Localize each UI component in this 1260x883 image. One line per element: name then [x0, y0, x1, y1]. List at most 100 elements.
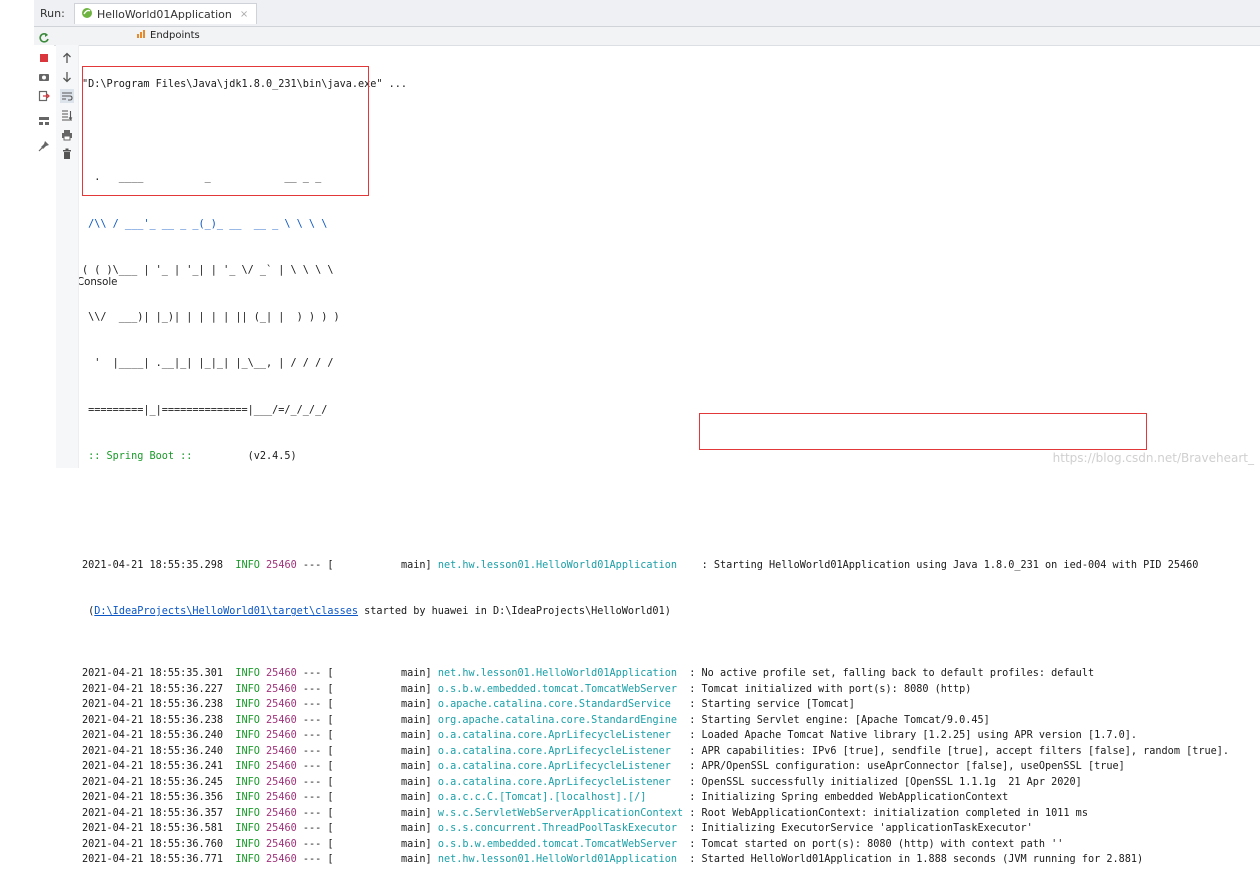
banner-line: ' |____| .__|_| |_|_| |_\__, | / / / / — [82, 358, 334, 369]
log-sep: --- [ — [302, 792, 334, 803]
log-level: INFO — [235, 807, 260, 819]
log-pid: 25460 — [266, 668, 297, 679]
log-thread: main] — [401, 776, 432, 788]
log-line: 2021-04-21 18:55:36.245 INFO 25460 --- [… — [82, 775, 1258, 791]
run-tab-title: HelloWorld01Application — [97, 7, 232, 21]
log-timestamp: 2021-04-21 18:55:36.245 — [82, 776, 224, 788]
banner-highlight-box — [82, 66, 369, 196]
log-logger: o.apache.catalina.core.StandardService — [437, 699, 671, 710]
log-logger: net.hw.lesson01.HelloWorld01Application — [437, 854, 678, 865]
log-message: : Root WebApplicationContext: initializa… — [689, 807, 1088, 819]
log-pid: 25460 — [266, 776, 297, 788]
log-level: INFO — [235, 714, 260, 726]
log-message: : Starting Servlet engine: [Apache Tomca… — [689, 714, 990, 726]
log-level: INFO — [235, 838, 260, 850]
log-message: : APR/OpenSSL configuration: useAprConne… — [689, 761, 1125, 772]
log-sep: --- [ — [302, 761, 334, 772]
log-level: INFO — [235, 683, 260, 695]
banner-line: /\\ / ___'_ __ _ _(_)_ __ __ _ \ \ \ \ — [82, 218, 328, 230]
log-timestamp: 2021-04-21 18:55:36.241 — [82, 761, 224, 772]
log-pid: 25460 — [266, 714, 297, 726]
log-timestamp: 2021-04-21 18:55:36.227 — [82, 683, 224, 695]
log-message: : APR capabilities: IPv6 [true], sendfil… — [689, 745, 1230, 757]
log-level: INFO — [235, 559, 260, 571]
log-logger: net.hw.lesson01.HelloWorld01Application — [437, 668, 678, 679]
log-line: 2021-04-21 18:55:35.298 INFO 25460 --- [… — [82, 558, 1258, 574]
log-message: : Started HelloWorld01Application in 1.8… — [689, 854, 1144, 865]
log-thread: main] — [401, 761, 432, 772]
log-sep: --- [ — [302, 776, 334, 788]
run-bar: Run: HelloWorld01Application × — [34, 0, 1260, 27]
endpoints-icon — [136, 29, 146, 42]
log-level: INFO — [235, 792, 260, 803]
log-line: 2021-04-21 18:55:36.771 INFO 25460 --- [… — [82, 852, 1258, 868]
log-logger: org.apache.catalina.core.StandardEngine — [437, 714, 678, 726]
log-pid: 25460 — [266, 683, 297, 695]
log-line: 2021-04-21 18:55:35.301 INFO 25460 --- [… — [82, 666, 1258, 682]
run-config-tab[interactable]: HelloWorld01Application × — [74, 3, 258, 24]
watermark: https://blog.csdn.net/Braveheart_ — [1052, 451, 1254, 465]
log-timestamp: 2021-04-21 18:55:36.581 — [82, 823, 224, 834]
log-message: : Tomcat started on port(s): 8080 (http)… — [689, 838, 1064, 850]
log-line: 2021-04-21 18:55:36.241 INFO 25460 --- [… — [82, 759, 1258, 775]
log-timestamp: 2021-04-21 18:55:35.298 — [82, 559, 224, 571]
log-timestamp: 2021-04-21 18:55:36.238 — [82, 714, 224, 726]
camera-icon[interactable] — [37, 70, 51, 84]
exit-icon[interactable] — [37, 89, 51, 103]
log-thread: main] — [401, 730, 432, 741]
log-level: INFO — [235, 668, 260, 679]
log-sep: --- [ — [302, 699, 334, 710]
log-level: INFO — [235, 699, 260, 710]
close-icon[interactable]: × — [240, 9, 248, 20]
log-line: 2021-04-21 18:55:36.581 INFO 25460 --- [… — [82, 821, 1258, 837]
down-arrow-icon[interactable] — [60, 70, 74, 84]
log-level: INFO — [235, 823, 260, 834]
log-timestamp: 2021-04-21 18:55:35.301 — [82, 668, 224, 679]
soft-wrap-icon[interactable] — [60, 89, 74, 103]
log-sep: --- [ — [302, 823, 334, 834]
log-thread: main] — [401, 559, 432, 571]
log-thread: main] — [401, 668, 432, 679]
log-timestamp: 2021-04-21 18:55:36.771 — [82, 854, 224, 865]
scroll-to-end-icon[interactable] — [60, 108, 74, 122]
log-sep: --- [ — [302, 683, 334, 695]
log-level: INFO — [235, 761, 260, 772]
log-sep: --- [ — [302, 807, 334, 819]
log-message: : Initializing Spring embedded WebApplic… — [689, 792, 1009, 803]
log-timestamp: 2021-04-21 18:55:36.240 — [82, 730, 224, 741]
pin-icon[interactable] — [37, 139, 51, 153]
log-thread: main] — [401, 745, 432, 757]
log-logger: o.a.catalina.core.AprLifecycleListener — [437, 761, 671, 772]
log-list: 2021-04-21 18:55:35.301 INFO 25460 --- [… — [82, 666, 1258, 868]
log-logger: o.s.b.w.embedded.tomcat.TomcatWebServer — [437, 683, 678, 695]
log-pid: 25460 — [266, 745, 297, 757]
log-level: INFO — [235, 745, 260, 757]
layout-icon[interactable] — [37, 114, 51, 128]
log-thread: main] — [401, 683, 432, 695]
run-label: Run: — [40, 7, 65, 20]
log-line: 2021-04-21 18:55:36.240 INFO 25460 --- [… — [82, 744, 1258, 760]
log-thread: main] — [401, 714, 432, 726]
log-thread: main] — [401, 823, 432, 834]
log-level: INFO — [235, 730, 260, 741]
log-line: 2021-04-21 18:55:36.240 INFO 25460 --- [… — [82, 728, 1258, 744]
log-level: INFO — [235, 776, 260, 788]
print-icon[interactable] — [60, 128, 74, 142]
log-timestamp: 2021-04-21 18:55:36.357 — [82, 807, 224, 819]
tab-endpoints[interactable]: Endpoints — [136, 29, 200, 42]
log-message: : OpenSSL successfully initialized [Open… — [689, 776, 1082, 788]
banner-line: \\/ ___)| |_)| | | | | || (_| | ) ) ) ) — [82, 311, 340, 323]
rerun-icon[interactable] — [37, 31, 51, 45]
log-message: : No active profile set, falling back to… — [689, 668, 1095, 679]
tab-endpoints-label: Endpoints — [150, 30, 200, 41]
spring-boot-label: :: Spring Boot :: — [82, 451, 193, 462]
run-actions-toolbar — [34, 45, 54, 468]
log-logger: w.s.c.ServletWebServerApplicationContext — [437, 807, 684, 819]
log-message: : Loaded Apache Tomcat Native library [1… — [689, 730, 1138, 741]
trash-icon[interactable] — [60, 147, 74, 161]
up-arrow-icon[interactable] — [60, 51, 74, 65]
stop-icon[interactable] — [37, 51, 51, 65]
classes-path-link[interactable]: D:\IdeaProjects\HelloWorld01\target\clas… — [94, 606, 358, 617]
log-sep: --- [ — [302, 745, 334, 757]
